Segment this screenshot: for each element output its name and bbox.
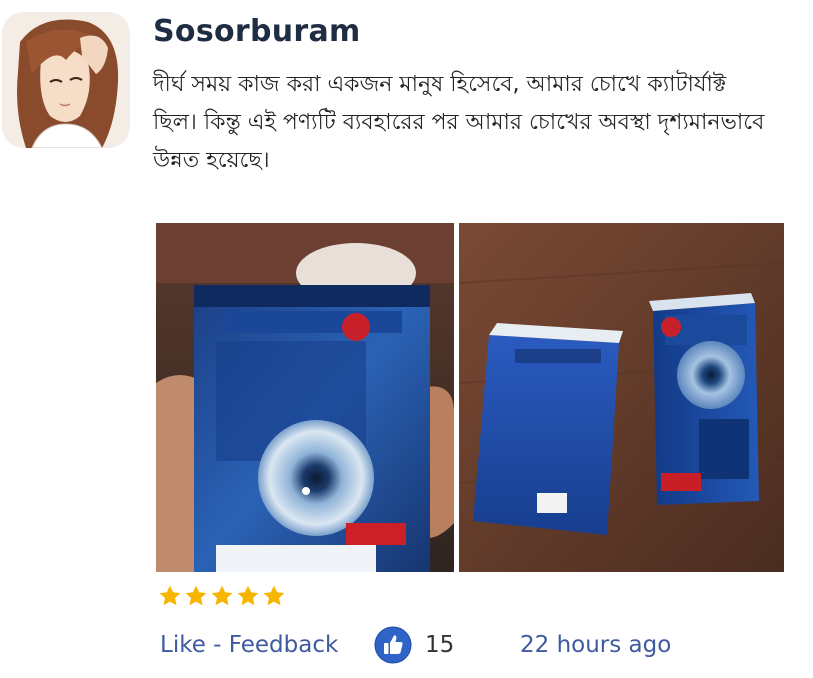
like-count: 15 <box>425 632 455 658</box>
rating-stars <box>158 584 286 608</box>
star-icon <box>211 585 233 606</box>
star-icon <box>237 585 259 606</box>
reviewer-name[interactable]: Sosorburam <box>153 14 361 49</box>
separator: - <box>205 632 229 658</box>
review-photo-1[interactable] <box>156 223 454 572</box>
product-boxes-on-table-image <box>459 223 784 572</box>
review-card: Sosorburam দীর্ঘ সময় কাজ করা একজন মানুষ… <box>0 0 813 678</box>
review-timestamp: 22 hours ago <box>520 632 672 658</box>
feedback-link[interactable]: Feedback <box>229 632 339 658</box>
like-link[interactable]: Like <box>160 632 206 658</box>
avatar[interactable] <box>2 12 130 148</box>
product-box-in-hand-image <box>156 223 454 572</box>
star-icon <box>159 585 181 606</box>
like-feedback-links: Like - Feedback <box>160 632 338 658</box>
avatar-illustration <box>2 12 130 148</box>
star-icon <box>263 585 285 606</box>
review-footer: Like - Feedback 15 22 hours ago <box>160 626 780 664</box>
review-text: দীর্ঘ সময় কাজ করা একজন মানুষ হিসেবে, আম… <box>153 72 765 173</box>
review-photo-2[interactable] <box>459 223 784 572</box>
star-icon <box>185 585 207 606</box>
thumbs-up-icon[interactable] <box>374 626 412 664</box>
